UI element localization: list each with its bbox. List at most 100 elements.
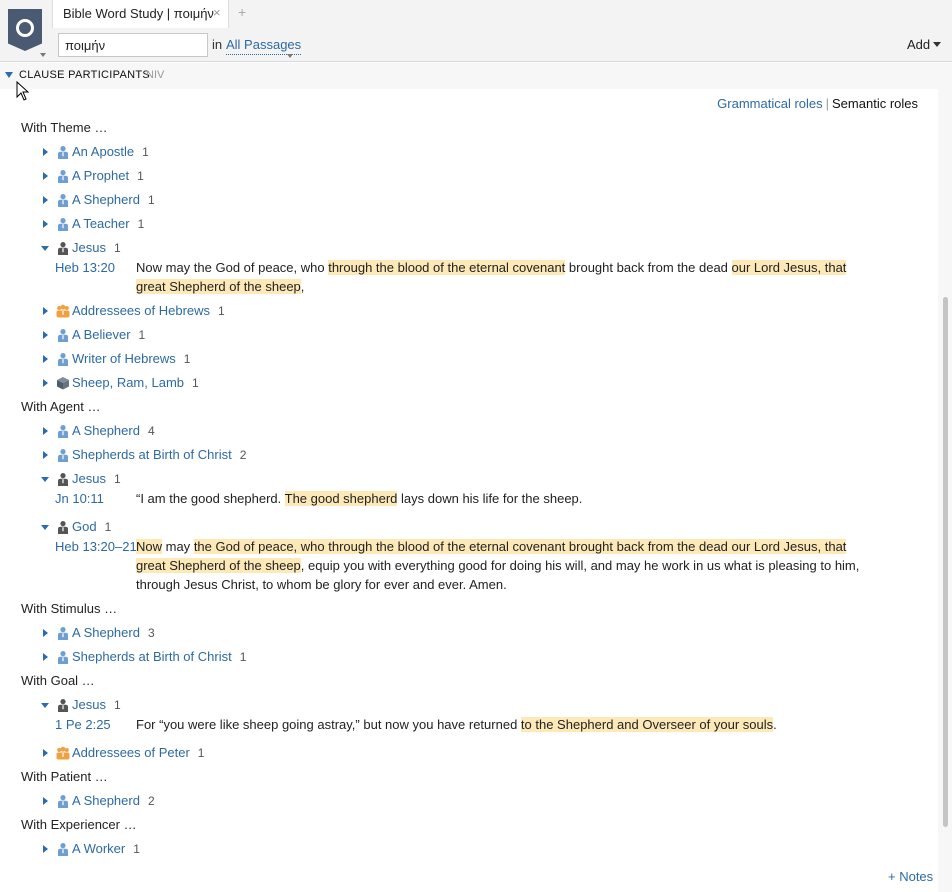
chevron-right-icon[interactable] [43, 427, 48, 435]
caret-down-icon [40, 53, 46, 57]
chevron-down-icon[interactable] [41, 703, 49, 708]
participant-label[interactable]: Writer of Hebrews [72, 351, 176, 366]
role-toggle: Grammatical roles | Semantic roles [717, 96, 918, 111]
chevron-right-icon[interactable] [43, 220, 48, 228]
participant-entry: God 1 [72, 519, 111, 534]
group-heading: With Theme … [21, 120, 108, 135]
person-icon [56, 424, 70, 438]
chevron-right-icon[interactable] [43, 749, 48, 757]
participant-count: 1 [192, 376, 199, 390]
person-dark-icon [56, 241, 70, 255]
participant-label[interactable]: A Worker [72, 841, 125, 856]
verse-text: “I am the good shepherd. The good shephe… [136, 489, 876, 508]
chevron-down-icon[interactable] [41, 246, 49, 251]
chevron-right-icon[interactable] [43, 148, 48, 156]
participant-label[interactable]: A Shepherd [72, 625, 140, 640]
tab-bible-word-study[interactable]: Bible Word Study | ποιμήν × [52, 0, 229, 28]
scrollbar-thumb[interactable] [943, 297, 948, 827]
chevron-right-icon[interactable] [43, 379, 48, 387]
participant-entry: Jesus 1 [72, 697, 121, 712]
person-dark-icon [56, 698, 70, 712]
participant-label[interactable]: Jesus [72, 240, 106, 255]
search-input[interactable] [58, 33, 208, 57]
participant-entry: Jesus 1 [72, 471, 121, 486]
chevron-right-icon[interactable] [43, 845, 48, 853]
participant-label[interactable]: Shepherds at Birth of Christ [72, 447, 232, 462]
participant-count: 1 [113, 241, 121, 255]
participant-label[interactable]: A Prophet [72, 168, 129, 183]
participant-label[interactable]: A Believer [72, 327, 131, 342]
person-icon [56, 842, 70, 856]
verse-fragment: For “you were like sheep going astray,” … [136, 717, 521, 732]
verse-reference-link[interactable]: Heb 13:20 [55, 260, 115, 275]
person-icon [56, 217, 70, 231]
section-collapse-toggle[interactable] [5, 72, 13, 78]
chevron-right-icon[interactable] [43, 451, 48, 459]
chevron-right-icon[interactable] [43, 355, 48, 363]
participant-entry: A Believer 1 [72, 327, 145, 342]
participant-entry: Sheep, Ram, Lamb 1 [72, 375, 199, 390]
participant-count: 1 [239, 650, 247, 664]
person-icon [56, 794, 70, 808]
participant-count: 1 [147, 193, 155, 207]
participant-entry: A Shepherd 2 [72, 793, 155, 808]
participant-entry: A Worker 1 [72, 841, 140, 856]
participant-label[interactable]: Shepherds at Birth of Christ [72, 649, 232, 664]
participant-count: 1 [113, 698, 121, 712]
passages-dropdown[interactable]: All Passages [226, 37, 302, 55]
participant-label[interactable]: Addressees of Peter [72, 745, 190, 760]
verse-reference-link[interactable]: 1 Pe 2:25 [55, 717, 111, 732]
verse-reference-link[interactable]: Heb 13:20–21 [55, 539, 137, 554]
verse-fragment: , [300, 279, 305, 294]
participant-label[interactable]: An Apostle [72, 144, 134, 159]
person-icon [56, 328, 70, 342]
participant-entry: A Shepherd 4 [72, 423, 155, 438]
participant-label[interactable]: A Shepherd [72, 793, 140, 808]
participant-count: 1 [142, 145, 149, 159]
participant-label[interactable]: A Teacher [72, 216, 130, 231]
chevron-right-icon[interactable] [43, 331, 48, 339]
participant-label[interactable]: A Shepherd [72, 423, 140, 438]
participant-count: 1 [104, 520, 112, 534]
chevron-down-icon[interactable] [41, 525, 49, 530]
add-button[interactable]: Add [907, 37, 930, 52]
verse-fragment: “I am the good shepherd. [136, 491, 285, 506]
participant-label[interactable]: Addressees of Hebrews [72, 303, 210, 318]
participant-count: 1 [113, 472, 121, 486]
participant-count: 1 [137, 217, 145, 231]
chevron-right-icon[interactable] [43, 307, 48, 315]
cube-icon [56, 376, 70, 390]
chevron-right-icon[interactable] [43, 797, 48, 805]
highlighted-phrase: to the Shepherd and Overseer of your sou… [520, 717, 774, 732]
chevron-right-icon[interactable] [43, 196, 48, 204]
close-icon[interactable]: × [213, 5, 221, 20]
app-menu-button[interactable] [0, 0, 50, 62]
chevron-down-icon[interactable] [41, 477, 49, 482]
participant-count: 2 [239, 448, 247, 462]
participant-count: 1 [137, 169, 144, 183]
chevron-right-icon[interactable] [43, 653, 48, 661]
add-notes-link[interactable]: + Notes [888, 869, 933, 884]
participant-label[interactable]: God [72, 519, 97, 534]
grammatical-roles-link[interactable]: Grammatical roles [717, 96, 822, 111]
add-tab-button[interactable]: + [238, 4, 246, 20]
participant-entry: Writer of Hebrews 1 [72, 351, 190, 366]
group-heading: With Experiencer … [21, 817, 137, 832]
participant-label[interactable]: Jesus [72, 697, 106, 712]
verse-reference-link[interactable]: Jn 10:11 [55, 491, 104, 506]
participant-count: 1 [183, 352, 191, 366]
participant-count: 1 [197, 746, 205, 760]
participant-count: 1 [133, 842, 140, 856]
participant-label[interactable]: Jesus [72, 471, 106, 486]
participant-count: 2 [147, 794, 155, 808]
chevron-right-icon[interactable] [43, 629, 48, 637]
chevron-right-icon[interactable] [43, 172, 48, 180]
semantic-roles-link[interactable]: Semantic roles [832, 96, 918, 111]
participant-label[interactable]: A Shepherd [72, 192, 140, 207]
person-icon [56, 169, 70, 183]
participant-entry: A Teacher 1 [72, 216, 144, 231]
participant-label[interactable]: Sheep, Ram, Lamb [72, 375, 184, 390]
participant-entry: Addressees of Peter 1 [72, 745, 204, 760]
participant-entry: A Shepherd 1 [72, 192, 155, 207]
highlighted-phrase: Now [136, 539, 163, 554]
